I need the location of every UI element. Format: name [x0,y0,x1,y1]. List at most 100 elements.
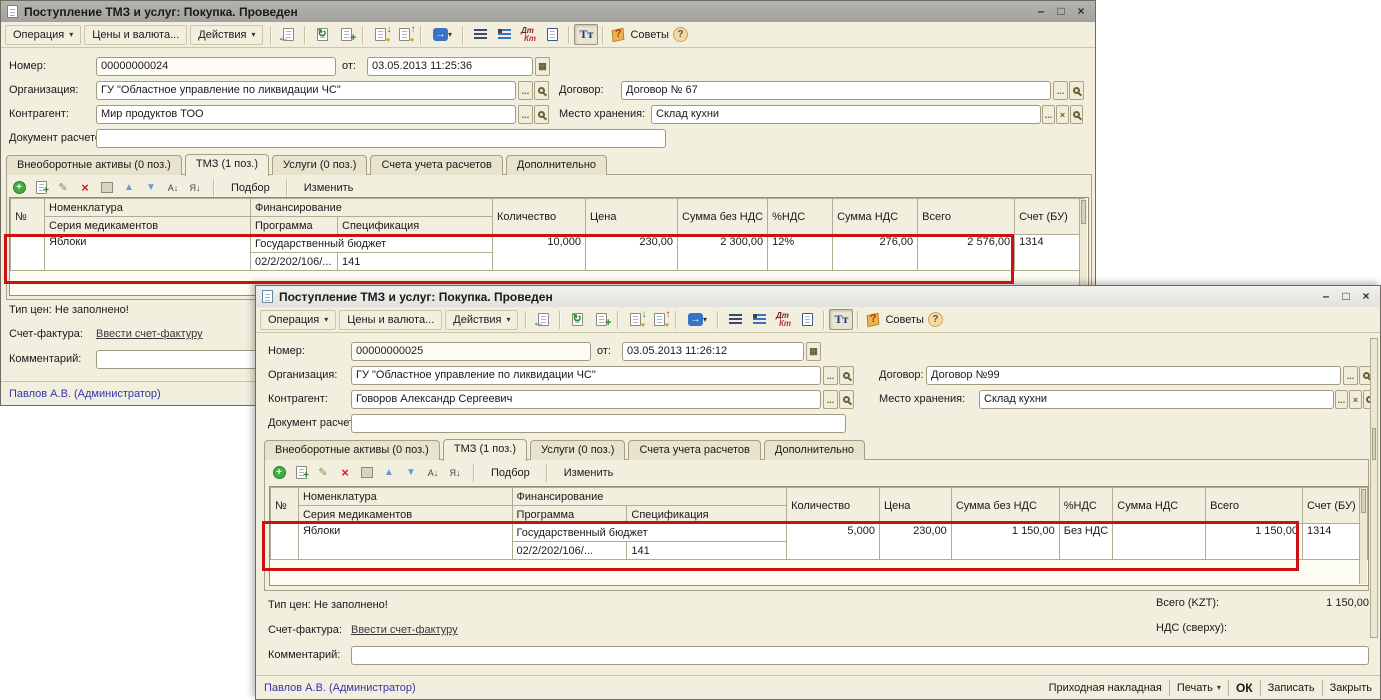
copy-row-icon[interactable]: + [293,465,309,481]
edit-row-icon[interactable]: ✎ [55,180,71,196]
change-button[interactable]: Изменить [558,465,620,481]
tab-noncurrent-assets[interactable]: Внеоборотные активы (0 поз.) [6,155,182,175]
copy-row-icon[interactable]: + [33,180,49,196]
nomenclature-cell[interactable]: Яблоки [298,524,512,560]
counterparty-field[interactable]: Мир продуктов ТОО [96,105,516,124]
open-button[interactable] [839,390,854,409]
account-cell[interactable]: 1314 [1302,524,1367,560]
edit-row-icon[interactable]: ✎ [315,465,331,481]
program-cell[interactable]: 02/2/202/106/... [251,253,338,271]
number-field[interactable]: 00000000024 [96,57,336,76]
pick-button[interactable]: Подбор [485,465,536,481]
total-cell[interactable]: 2 576,00 [918,235,1015,271]
tab-services[interactable]: Услуги (0 поз.) [530,440,625,460]
post-document-icon[interactable]: ← [276,24,300,45]
form-scrollbar[interactable] [1370,338,1378,638]
money-in-icon[interactable]: ●↓ [368,24,392,45]
specifics-cell[interactable]: 141 [338,253,493,271]
debit-credit-icon[interactable]: ДтКт [516,24,540,45]
open-button[interactable] [1069,81,1084,100]
list-structure-icon[interactable] [723,309,747,330]
open-button[interactable] [1070,105,1083,124]
program-cell[interactable]: 02/2/202/106/... [512,542,627,560]
post-document-icon[interactable]: ← [531,309,555,330]
choose-button[interactable]: ... [1335,390,1348,409]
open-button[interactable] [839,366,854,385]
account-cell[interactable]: 1314 [1015,235,1085,271]
enter-invoice-link[interactable]: Ввести счет-фактуру [351,624,458,636]
minimize-button[interactable]: – [1033,4,1049,19]
list-structure-icon[interactable] [468,24,492,45]
price-cell[interactable]: 230,00 [879,524,951,560]
sum-wo-vat-cell[interactable]: 2 300,00 [678,235,768,271]
move-down-icon[interactable]: ▼ [403,465,419,481]
calendar-icon[interactable]: ▦ [535,57,550,76]
grid-scrollbar[interactable] [1359,488,1367,584]
add-row-icon[interactable]: + [271,465,287,481]
organization-field[interactable]: ГУ "Областное управление по ликвидации Ч… [96,81,516,100]
quantity-cell[interactable]: 10,000 [493,235,586,271]
quantity-cell[interactable]: 5,000 [787,524,880,560]
clear-icon[interactable]: × [1349,390,1362,409]
comment-field[interactable] [351,646,1369,665]
minimize-button[interactable]: – [1318,289,1334,304]
reread-icon[interactable]: ↻ [310,24,334,45]
tab-additional[interactable]: Дополнительно [506,155,607,175]
tab-additional[interactable]: Дополнительно [764,440,865,460]
choose-button[interactable]: ... [1053,81,1068,100]
enter-invoice-link[interactable]: Ввести счет-фактуру [96,328,203,340]
clear-icon[interactable]: × [1056,105,1069,124]
tab-noncurrent-assets[interactable]: Внеоборотные активы (0 поз.) [264,440,440,460]
change-button[interactable]: Изменить [298,180,360,196]
warehouse-field[interactable]: Склад кухни [979,390,1334,409]
tab-settlement-accounts[interactable]: Счета учета расчетов [370,155,502,175]
choose-button[interactable]: ... [518,81,533,100]
open-button[interactable] [534,105,549,124]
advice-button[interactable]: ?Советы [863,314,927,326]
add-row-icon[interactable]: + [11,180,27,196]
price-cell[interactable]: 230,00 [586,235,678,271]
end-edit-icon[interactable] [359,465,375,481]
delete-row-icon[interactable]: × [337,465,353,481]
templates-toggle[interactable]: Тт [574,24,598,45]
sum-wo-vat-cell[interactable]: 1 150,00 [951,524,1059,560]
date-field[interactable]: 03.05.2013 11:25:36 [367,57,533,76]
pick-button[interactable]: Подбор [225,180,276,196]
choose-button[interactable]: ... [823,366,838,385]
close-button[interactable]: × [1073,4,1089,19]
tab-services[interactable]: Услуги (0 поз.) [272,155,367,175]
go-to-icon[interactable]: →▾ [426,24,458,45]
contract-field[interactable]: Договор № 67 [621,81,1051,100]
grid-scrollbar[interactable] [1079,199,1087,294]
reread-icon[interactable]: ↻ [565,309,589,330]
money-in-icon[interactable]: ●↓ [623,309,647,330]
choose-button[interactable]: ... [1343,366,1358,385]
sort-asc-icon[interactable]: А↓ [425,465,441,481]
print-button[interactable]: Печать▾ [1177,682,1221,694]
journal-icon[interactable] [795,309,819,330]
move-down-icon[interactable]: ▼ [143,180,159,196]
organization-field[interactable]: ГУ "Областное управление по ликвидации Ч… [351,366,821,385]
tab-tmz[interactable]: ТМЗ (1 поз.) [443,439,527,461]
advice-button[interactable]: ?Советы [608,29,672,41]
actions-menu[interactable]: Действия▾ [190,25,263,45]
money-out-icon[interactable]: ●↑ [647,309,671,330]
close-button[interactable]: × [1358,289,1374,304]
warehouse-field[interactable]: Склад кухни [651,105,1041,124]
sort-desc-icon[interactable]: Я↓ [447,465,463,481]
help-icon[interactable]: ? [673,27,688,42]
copy-document-icon[interactable]: + [589,309,613,330]
vat-percent-cell[interactable]: 12% [768,235,833,271]
choose-button[interactable]: ... [823,390,838,409]
tab-settlement-accounts[interactable]: Счета учета расчетов [628,440,760,460]
prices-currency-button[interactable]: Цены и валюта... [339,310,442,330]
delete-row-icon[interactable]: × [77,180,93,196]
prices-currency-button[interactable]: Цены и валюта... [84,25,187,45]
maximize-button[interactable]: □ [1053,4,1069,19]
save-button[interactable]: Записать [1268,682,1315,694]
counterparty-field[interactable]: Говоров Александр Сергеевич [351,390,821,409]
financing-cell[interactable]: Государственный бюджет [251,235,493,253]
operation-menu[interactable]: Операция▾ [5,25,81,45]
debit-credit-icon[interactable]: ДтКт [771,309,795,330]
specifics-cell[interactable]: 141 [627,542,787,560]
